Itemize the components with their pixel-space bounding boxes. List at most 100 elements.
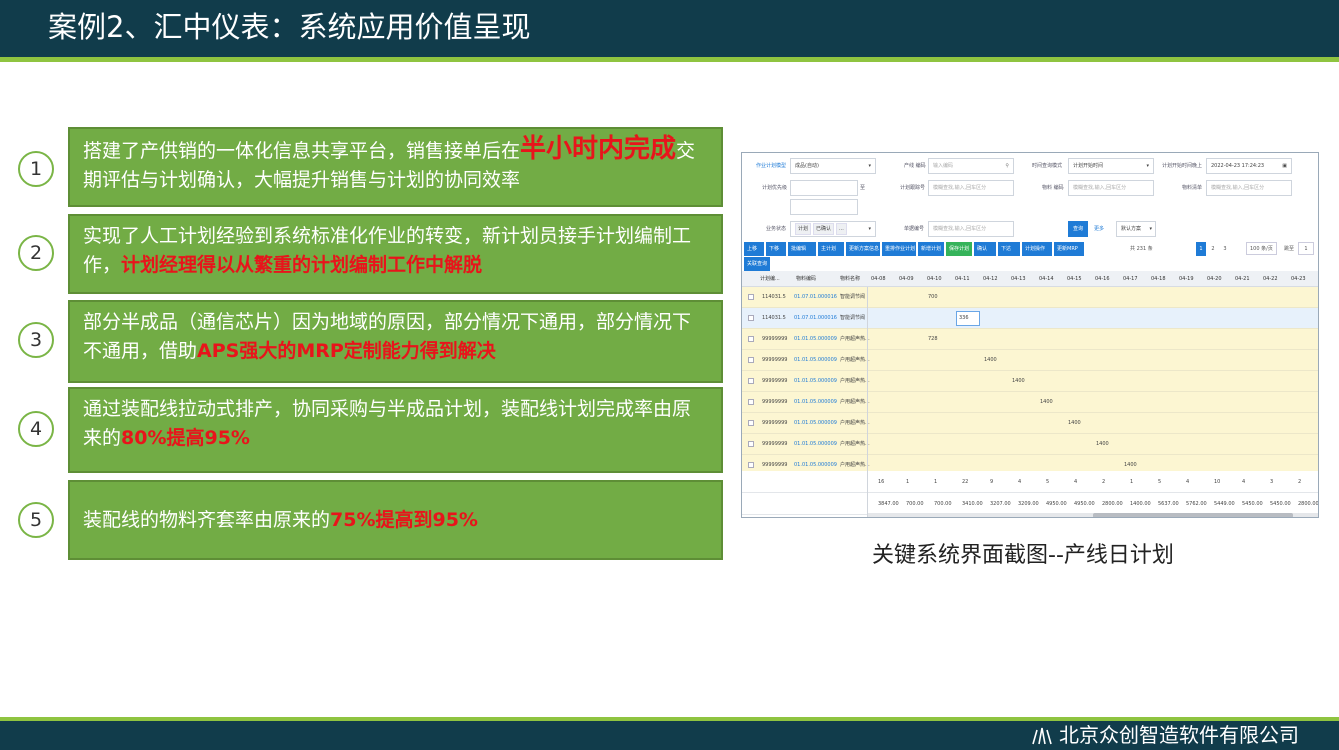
column-header-date[interactable]: 04-09 [899, 271, 914, 287]
table-row[interactable]: 114031.5 01.07.01.000016 智能调节阀 336 [742, 308, 1318, 329]
track-placeholder: 模糊查找,输入,回车区分 [933, 185, 987, 191]
column-header-date[interactable]: 04-22 [1263, 271, 1278, 287]
column-header-name[interactable]: 物料名称 [840, 271, 860, 287]
column-header-date[interactable]: 04-19 [1179, 271, 1194, 287]
cell-name: 户用超声热... [840, 336, 870, 342]
item-highlight: APS强大的MRP定制能力得到解决 [197, 340, 496, 362]
column-header-date[interactable]: 04-08 [871, 271, 886, 287]
toolbar-button[interactable]: 确认 [974, 242, 996, 256]
column-header-date[interactable]: 04-14 [1039, 271, 1054, 287]
table-row[interactable]: 99999999 01.01.05.000009 户用超声热... 1400 [742, 413, 1318, 434]
row-checkbox[interactable] [748, 378, 754, 384]
cell-quantity[interactable]: 1400 [1040, 392, 1053, 413]
column-header-date[interactable]: 04-16 [1095, 271, 1110, 287]
bom-placeholder: 模糊查找,输入,回车区分 [1211, 185, 1265, 191]
toolbar-button[interactable]: 计划操作 [1022, 242, 1052, 256]
scrollbar-thumb[interactable] [1093, 513, 1293, 517]
toolbar-button[interactable]: 重排作业计划 [882, 242, 916, 256]
row-checkbox[interactable] [748, 420, 754, 426]
column-header-date[interactable]: 04-15 [1067, 271, 1082, 287]
cell-plan: 99999999 [762, 357, 788, 363]
summary-cell: 5450.00 [1242, 501, 1263, 507]
row-checkbox[interactable] [748, 441, 754, 447]
cell-material: 01.01.05.000009 [794, 357, 837, 363]
cell-quantity[interactable]: 728 [928, 329, 938, 350]
track-input[interactable]: 模糊查找,输入,回车区分 [928, 180, 1014, 196]
toolbar-button[interactable]: 更新方案信息 [846, 242, 880, 256]
cell-plan: 114031.5 [762, 294, 786, 300]
column-header-date[interactable]: 04-20 [1207, 271, 1222, 287]
row-checkbox[interactable] [748, 315, 754, 321]
status-tag[interactable]: 计划 [795, 223, 812, 235]
line-input[interactable]: 输入编码 ⚲ [928, 158, 1014, 174]
time-mode-select[interactable]: 计划开始时间 ▾ [1068, 158, 1154, 174]
more-link[interactable]: 更多 [1094, 225, 1104, 232]
priority-from-input[interactable] [790, 180, 858, 196]
toolbar-button[interactable]: 更新MRP [1054, 242, 1084, 256]
page-number[interactable]: 1 [1196, 242, 1206, 256]
cell-quantity[interactable]: 1400 [984, 350, 997, 371]
column-header-date[interactable]: 04-17 [1123, 271, 1138, 287]
table-row[interactable]: 99999999 01.01.05.000009 户用超声热... 1400 [742, 392, 1318, 413]
toolbar-button[interactable]: 下达 [998, 242, 1020, 256]
toolbar-button[interactable]: 新增计划 [918, 242, 944, 256]
status-select[interactable]: 计划 已确认... ▾ [790, 221, 876, 237]
doc-input[interactable]: 模糊查找,输入,回车区分 [928, 221, 1014, 237]
column-header-material[interactable]: 物料编码 [796, 271, 816, 287]
cell-plan: 99999999 [762, 399, 788, 405]
toolbar-button[interactable]: 下移 [766, 242, 786, 256]
count-row: 16 1 1 22 9 4 5 4 2 1 5 4 10 4 3 2 [742, 471, 1318, 493]
row-checkbox[interactable] [748, 462, 754, 468]
plan-model-select[interactable]: 成品(自动) ▾ [790, 158, 876, 174]
status-tag[interactable]: ... [836, 223, 847, 235]
query-button[interactable]: 查询 [1068, 221, 1088, 237]
material-input[interactable]: 模糊查找,输入,回车区分 [1068, 180, 1154, 196]
priority-to-input[interactable] [790, 199, 858, 215]
start-after-input[interactable]: 2022-04-23 17:24:23 ▣ [1206, 158, 1292, 174]
column-header-date[interactable]: 04-21 [1235, 271, 1250, 287]
row-checkbox[interactable] [748, 399, 754, 405]
summary-cell: 3410.00 [962, 501, 983, 507]
table-row[interactable]: 99999999 01.01.05.000009 户用超声热... 1400 [742, 350, 1318, 371]
toolbar-button[interactable]: 批编辑 [788, 242, 816, 256]
summary-cell: 3209.00 [1018, 501, 1039, 507]
horizontal-scrollbar[interactable] [868, 513, 1318, 517]
header-accent-line [0, 57, 1339, 62]
column-header-plan[interactable]: 计划编... [760, 271, 780, 287]
column-header-date[interactable]: 04-12 [983, 271, 998, 287]
row-checkbox[interactable] [748, 294, 754, 300]
scheme-select[interactable]: 默认方案 ▾ [1116, 221, 1156, 237]
cell-quantity[interactable]: 1400 [1068, 413, 1081, 434]
toolbar-button[interactable]: 主计划 [818, 242, 844, 256]
cell-quantity[interactable]: 1400 [1096, 434, 1109, 455]
cell-quantity[interactable]: 336 [956, 311, 980, 326]
cell-name: 智能调节阀 [840, 315, 866, 321]
column-header-date[interactable]: 04-13 [1011, 271, 1026, 287]
column-header-date[interactable]: 04-10 [927, 271, 942, 287]
toolbar-button[interactable]: 保存计划 [946, 242, 972, 256]
table-row[interactable]: 114031.5 01.07.01.000016 智能调节阀 700 [742, 287, 1318, 308]
goto-input[interactable]: 1 [1298, 242, 1314, 255]
column-header-date[interactable]: 04-18 [1151, 271, 1166, 287]
plan-model-label: 作业计划模型 [756, 163, 787, 169]
column-header-date[interactable]: 04-11 [955, 271, 970, 287]
page-number[interactable]: 2 [1208, 242, 1218, 256]
per-page-select[interactable]: 100 条/页 [1246, 242, 1277, 255]
column-header-date[interactable]: 04-23 [1291, 271, 1306, 287]
summary-cell: 4950.00 [1074, 501, 1095, 507]
status-tag[interactable]: 已确认 [813, 223, 835, 235]
page-number[interactable]: 3 [1220, 242, 1230, 256]
row-checkbox[interactable] [748, 336, 754, 342]
table-row[interactable]: 99999999 01.01.05.000009 户用超声热... 1400 [742, 371, 1318, 392]
table-row[interactable]: 99999999 01.01.05.000009 户用超声热... 1400 [742, 434, 1318, 455]
bom-input[interactable]: 模糊查找,输入,回车区分 [1206, 180, 1292, 196]
toolbar-button[interactable]: 上移 [744, 242, 764, 256]
cell-quantity[interactable]: 700 [928, 287, 938, 308]
cell-quantity[interactable]: 1400 [1012, 371, 1025, 392]
chevron-down-icon: ▾ [868, 163, 871, 169]
table-row[interactable]: 99999999 01.01.05.000009 户用超声热... 728 [742, 329, 1318, 350]
row-checkbox[interactable] [748, 357, 754, 363]
screenshot-caption: 关键系统界面截图--产线日计划 [872, 543, 1174, 568]
item-number-1: 1 [18, 151, 54, 187]
toolbar-related-query[interactable]: 关联查询 [744, 257, 771, 271]
